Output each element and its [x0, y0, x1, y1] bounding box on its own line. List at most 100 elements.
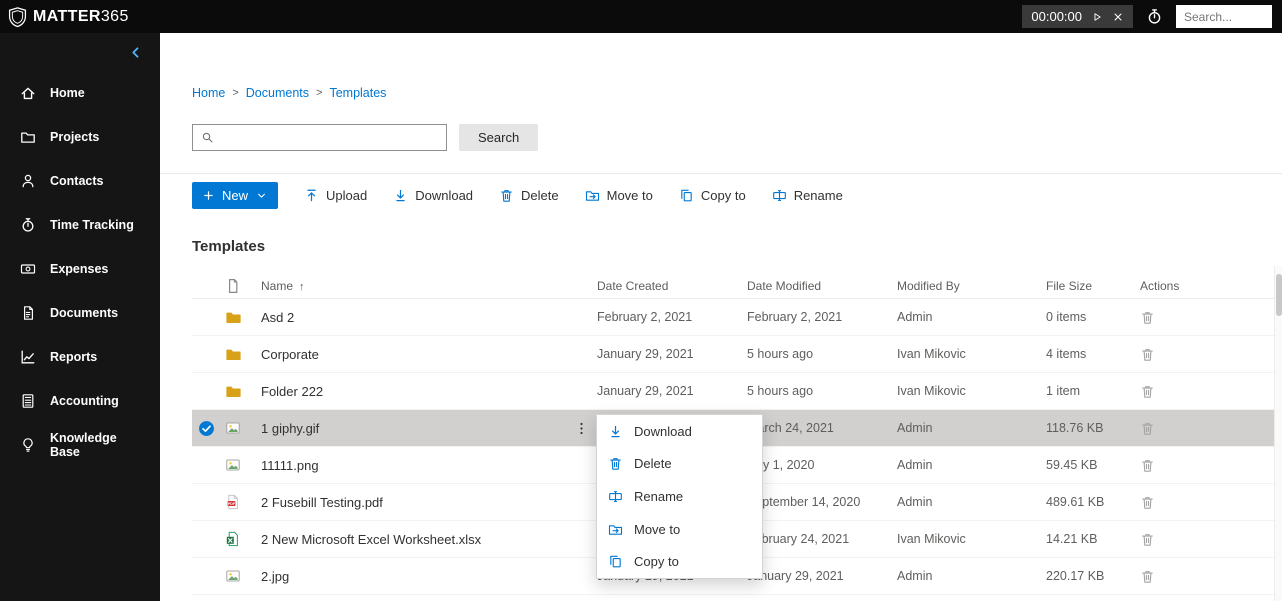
table-row[interactable]: Folder 222 January 29, 2021 5 hours ago … [192, 373, 1274, 410]
file-size-cell: 1 item [1046, 384, 1081, 398]
sidebar-nav: Home Projects Contacts Time Tracking Exp… [0, 71, 160, 467]
context-menu-download[interactable]: Download [597, 415, 762, 448]
sidebar: Home Projects Contacts Time Tracking Exp… [0, 33, 160, 601]
row-delete-button[interactable] [1140, 532, 1155, 547]
modified-by-cell: Admin [897, 569, 933, 583]
breadcrumb-documents[interactable]: Documents [246, 86, 309, 100]
page-icon [225, 278, 241, 294]
trash-icon [1140, 569, 1155, 584]
trash-icon [1140, 458, 1155, 473]
image-file-icon [225, 420, 241, 436]
file-size-column-header[interactable]: File Size [1046, 279, 1140, 293]
search-button[interactable]: Search [459, 124, 539, 151]
sidebar-item-expenses[interactable]: Expenses [0, 247, 160, 291]
date-modified-cell: March 24, 2021 [747, 421, 834, 435]
sidebar-item-accounting[interactable]: Accounting [0, 379, 160, 423]
row-delete-button[interactable] [1140, 495, 1155, 510]
global-search-input[interactable] [1176, 5, 1272, 28]
move-to-icon [608, 522, 623, 537]
row-delete-button[interactable] [1140, 310, 1155, 325]
topbar-right-group: 00:00:00 [1022, 5, 1272, 28]
table-row[interactable]: Asd 2 February 2, 2021 February 2, 2021 … [192, 299, 1274, 336]
date-created-column-header[interactable]: Date Created [597, 279, 747, 293]
file-name[interactable]: 11111.png [261, 458, 319, 473]
file-name[interactable]: 1 giphy.gif [261, 421, 319, 436]
vertical-dots-icon [574, 421, 589, 436]
sidebar-item-documents[interactable]: Documents [0, 291, 160, 335]
global-search [1176, 5, 1272, 28]
sidebar-item-time-tracking[interactable]: Time Tracking [0, 203, 160, 247]
modified-by-cell: Ivan Mikovic [897, 384, 966, 398]
sidebar-item-contacts[interactable]: Contacts [0, 159, 160, 203]
file-name[interactable]: 2 New Microsoft Excel Worksheet.xlsx [261, 532, 481, 547]
row-delete-button[interactable] [1140, 569, 1155, 584]
sidebar-item-reports[interactable]: Reports [0, 335, 160, 379]
upload-button[interactable]: Upload [294, 182, 377, 209]
trash-icon [1140, 495, 1155, 510]
row-delete-button[interactable] [1140, 421, 1155, 436]
modified-by-cell: Ivan Mikovic [897, 532, 966, 546]
sidebar-item-label: Reports [50, 350, 98, 364]
rename-button[interactable]: Rename [762, 182, 853, 209]
row-overflow-menu-button[interactable] [574, 421, 589, 436]
context-menu-move-to[interactable]: Move to [597, 513, 762, 546]
sidebar-collapse-button[interactable] [129, 46, 142, 59]
file-name[interactable]: 2.jpg [261, 569, 289, 584]
file-name[interactable]: Asd 2 [261, 310, 294, 325]
sidebar-item-label: Knowledge Base [50, 431, 117, 459]
new-button[interactable]: New [192, 182, 279, 209]
brand-logo[interactable]: MATTER365 [8, 6, 129, 28]
top-bar: MATTER365 00:00:00 [0, 0, 1282, 33]
row-delete-button[interactable] [1140, 347, 1155, 362]
close-icon [1112, 11, 1124, 23]
row-select-cell[interactable] [192, 420, 225, 437]
row-delete-button[interactable] [1140, 384, 1155, 399]
timer-play-button[interactable] [1091, 11, 1103, 23]
download-button[interactable]: Download [383, 182, 483, 209]
sidebar-item-knowledge-base[interactable]: Knowledge Base [0, 423, 160, 467]
row-delete-button[interactable] [1140, 458, 1155, 473]
context-menu-rename[interactable]: Rename [597, 480, 762, 513]
copy-to-button[interactable]: Copy to [669, 182, 756, 209]
copy-to-label: Copy to [700, 188, 746, 203]
timer-value: 00:00:00 [1031, 9, 1082, 24]
file-name[interactable]: Corporate [261, 347, 319, 362]
file-name[interactable]: 2 Fusebill Testing.pdf [261, 495, 383, 510]
money-icon [20, 261, 36, 277]
context-menu-copy-to[interactable]: Copy to [597, 545, 762, 578]
delete-button[interactable]: Delete [489, 182, 569, 209]
brand-name: MATTER365 [33, 7, 129, 25]
sort-ascending-icon: ↑ [299, 280, 305, 293]
date-created-cell: January 29, 2021 [597, 347, 694, 361]
trash-icon [1140, 384, 1155, 399]
breadcrumb-templates[interactable]: Templates [329, 86, 386, 100]
move-to-icon [585, 188, 600, 203]
name-header-label: Name [261, 278, 294, 293]
name-column-header[interactable]: Name ↑ [261, 279, 597, 293]
rename-icon [772, 188, 787, 203]
file-name[interactable]: Folder 222 [261, 384, 323, 399]
file-type-column-header [225, 278, 261, 294]
sidebar-item-projects[interactable]: Projects [0, 115, 160, 159]
context-menu-label: Copy to [634, 554, 679, 570]
home-icon [20, 85, 36, 101]
breadcrumb-home[interactable]: Home [192, 86, 225, 100]
timer-close-button[interactable] [1112, 11, 1124, 23]
modified-by-cell: Admin [897, 495, 933, 509]
delete-label: Delete [521, 188, 559, 203]
vertical-scrollbar[interactable] [1274, 266, 1282, 601]
file-search-input[interactable] [220, 130, 438, 145]
move-to-button[interactable]: Move to [575, 182, 663, 209]
stopwatch-button[interactable] [1146, 8, 1163, 25]
date-modified-cell: February 2, 2021 [747, 310, 843, 324]
scrollbar-thumb[interactable] [1276, 274, 1282, 316]
sidebar-item-home[interactable]: Home [0, 71, 160, 115]
table-row[interactable]: Corporate January 29, 2021 5 hours ago I… [192, 336, 1274, 373]
date-modified-column-header[interactable]: Date Modified [747, 279, 897, 293]
date-created-cell: January 29, 2021 [597, 384, 694, 398]
chart-icon [20, 349, 36, 365]
upload-label: Upload [326, 188, 368, 203]
modified-by-column-header[interactable]: Modified By [897, 279, 1046, 293]
chevron-left-icon [129, 46, 142, 59]
context-menu-delete[interactable]: Delete [597, 448, 762, 481]
